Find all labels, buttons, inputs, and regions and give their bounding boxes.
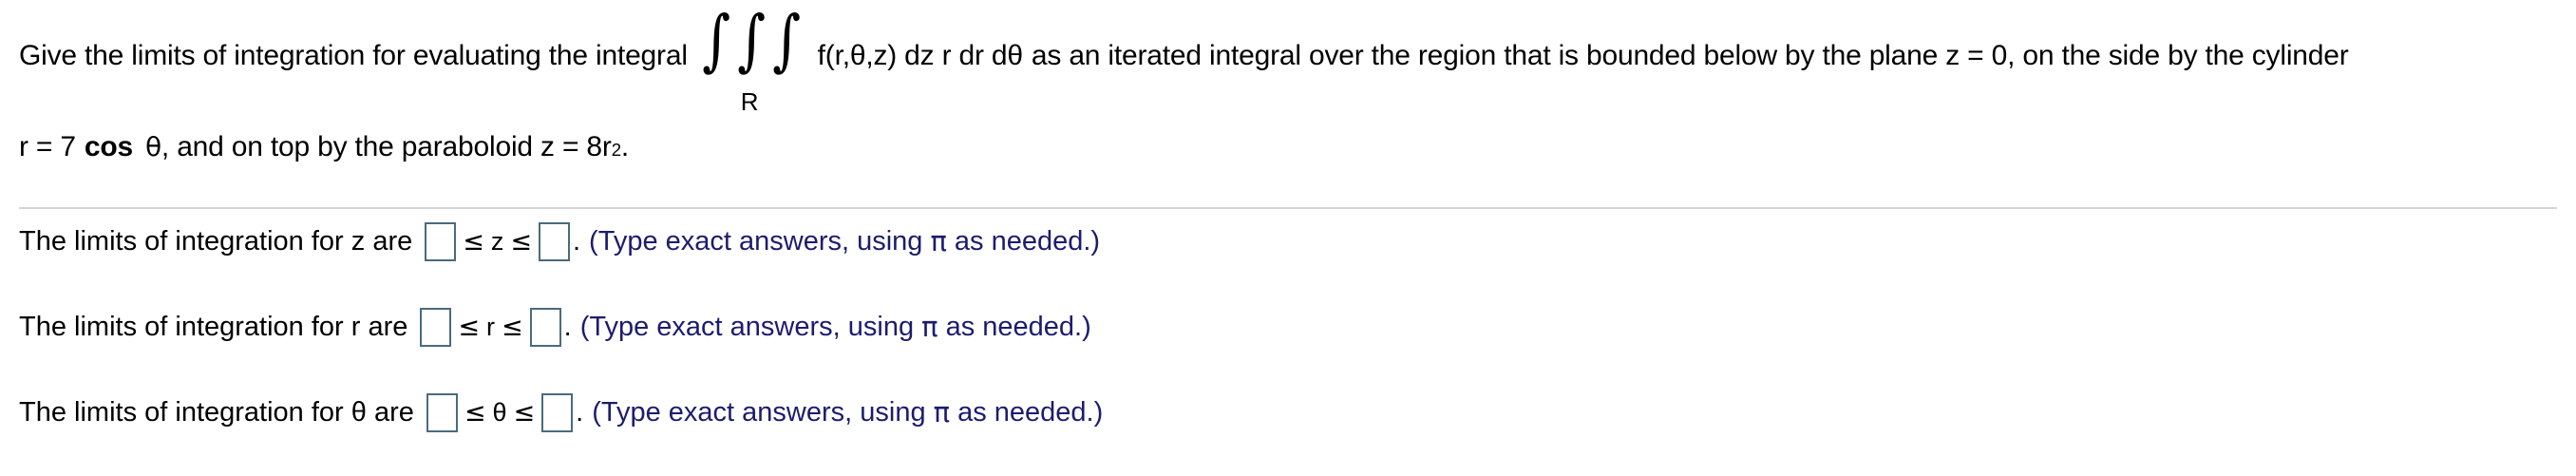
z-hint-prefix: (Type exact answers, using (589, 225, 923, 257)
theta-hint-suffix: as needed.) (957, 396, 1104, 428)
theta-upper-limit-input[interactable] (541, 392, 574, 432)
theta-hint-pi-symbol: π (933, 396, 951, 428)
r-hint-suffix: as needed.) (945, 311, 1091, 342)
r-lower-relation: ≤ (458, 312, 481, 342)
z-hint-pi-symbol: π (930, 225, 947, 257)
question-line-1: Give the limits of integration for evalu… (19, 1, 2349, 116)
theta-row-period: . (576, 396, 584, 428)
r-upper-limit-input[interactable] (529, 307, 561, 347)
r-hint-prefix: (Type exact answers, using (579, 311, 915, 342)
theta-lower-limit-input[interactable] (426, 392, 458, 432)
answer-row-z: The limits of integration for z are ≤ z … (19, 220, 2557, 262)
integrand-expression: f(r,θ,z) dz r dr dθ (817, 40, 1023, 71)
z-lower-limit-input[interactable] (425, 221, 457, 261)
line2-period: . (620, 131, 629, 162)
question-line-2: r = 7 cos θ , and on top by the parabolo… (19, 131, 629, 162)
z-upper-relation: ≤ (510, 226, 532, 257)
question-text-part1: Give the limits of integration for evalu… (19, 40, 688, 71)
cylinder-theta-symbol: θ (144, 131, 161, 162)
r-upper-relation: ≤ (502, 312, 523, 342)
theta-lower-relation: ≤ (464, 397, 486, 428)
z-lower-relation: ≤ (463, 226, 484, 257)
cylinder-equation-prefix: r = 7 (19, 131, 76, 162)
cosine-operator: cos (84, 131, 133, 162)
answer-row-r: The limits of integration for r are ≤ r … (19, 306, 2557, 348)
r-row-period: . (563, 311, 572, 342)
theta-upper-relation: ≤ (513, 397, 536, 428)
answer-label-theta: The limits of integration for θ are (19, 396, 414, 428)
z-hint-suffix: as needed.) (954, 225, 1101, 257)
z-variable-label: z (490, 226, 504, 256)
theta-variable-label: θ (492, 397, 507, 427)
answer-label-r: The limits of integration for r are (19, 311, 408, 342)
z-row-period: . (572, 225, 581, 257)
answers-section: The limits of integration for z are ≤ z … (19, 220, 2557, 433)
answer-label-z: The limits of integration for z are (19, 225, 413, 257)
answer-row-theta: The limits of integration for θ are ≤ θ … (19, 391, 2557, 433)
question-page: Give the limits of integration for evalu… (0, 0, 2576, 476)
r-lower-limit-input[interactable] (420, 307, 452, 347)
section-divider (19, 207, 2557, 209)
paraboloid-equation-text: , and on top by the paraboloid z = 8r (161, 131, 612, 162)
integral-region-subscript: R (740, 87, 759, 116)
theta-hint-prefix: (Type exact answers, using (592, 396, 926, 428)
r-variable-label: r (486, 312, 496, 341)
z-upper-limit-input[interactable] (538, 221, 570, 261)
r-hint-pi-symbol: π (921, 311, 938, 343)
question-text-part2: as an iterated integral over the region … (1031, 40, 2349, 71)
